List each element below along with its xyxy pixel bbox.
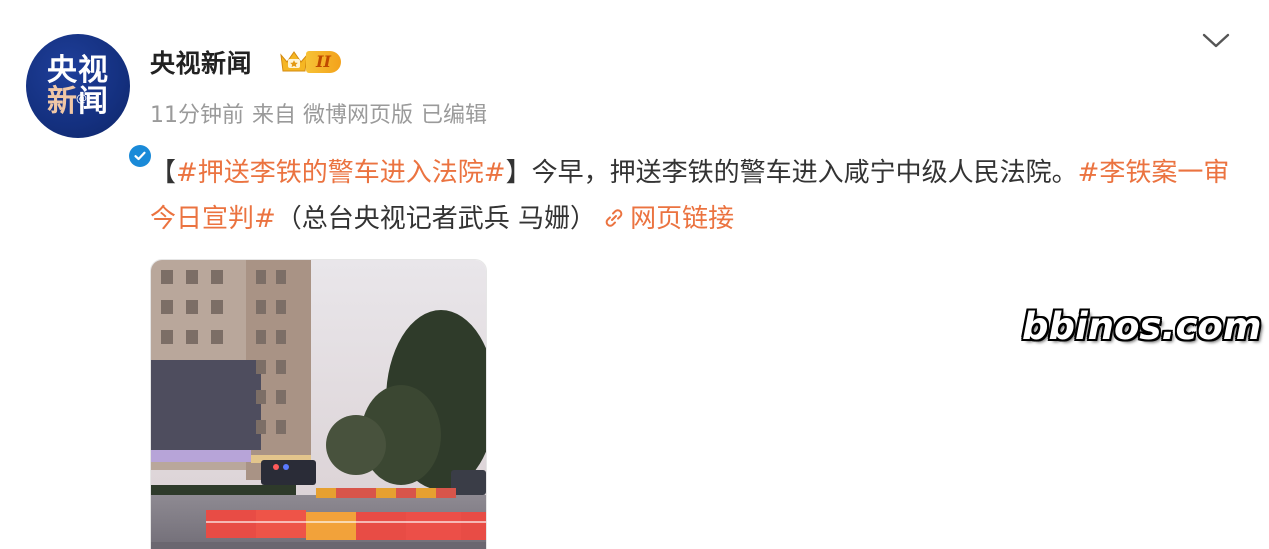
post-meta: 11分钟前 来自 微博网页版 已编辑	[150, 97, 495, 129]
watermark: bbinos.com	[1022, 305, 1262, 348]
avatar-logo-char: 新	[47, 84, 78, 119]
link-icon	[605, 209, 623, 227]
level-label: II	[306, 51, 341, 73]
level-badge[interactable]: II	[278, 48, 341, 76]
chevron-down-icon[interactable]	[1200, 28, 1232, 52]
avatar-at-symbol: @	[76, 92, 87, 105]
bracket-open: 【	[150, 158, 177, 188]
post-time[interactable]: 11分钟前	[150, 103, 244, 128]
post-content: 【#押送李铁的警车进入法院#】今早，押送李铁的警车进入咸宁中级人民法院。#李铁案…	[150, 150, 1240, 242]
post-source: 来自 微博网页版	[252, 103, 413, 128]
web-link[interactable]: 网页链接	[596, 204, 734, 234]
post-text: （总台央视记者武兵 马姗）	[275, 204, 597, 234]
weibo-post: 央视 新闻 @ 央视新闻 II 11分钟前 来自 微博网页版 已编辑 【#押送李…	[0, 0, 1269, 549]
bracket-close: 】	[505, 158, 532, 188]
post-image-photo	[151, 260, 486, 549]
post-text: 今早，押送李铁的警车进入咸宁中级人民法院。	[531, 158, 1078, 188]
edited-label[interactable]: 已编辑	[421, 103, 487, 128]
username[interactable]: 央视新闻	[150, 44, 252, 80]
hashtag-link[interactable]: #押送李铁的警车进入法院#	[176, 158, 506, 188]
avatar[interactable]: 央视 新闻 @	[26, 34, 154, 170]
post-image[interactable]	[150, 259, 487, 549]
avatar-logo-line1: 央视	[47, 52, 109, 88]
web-link-label[interactable]: 网页链接	[630, 204, 734, 234]
avatar-logo: 央视 新闻	[26, 34, 130, 138]
